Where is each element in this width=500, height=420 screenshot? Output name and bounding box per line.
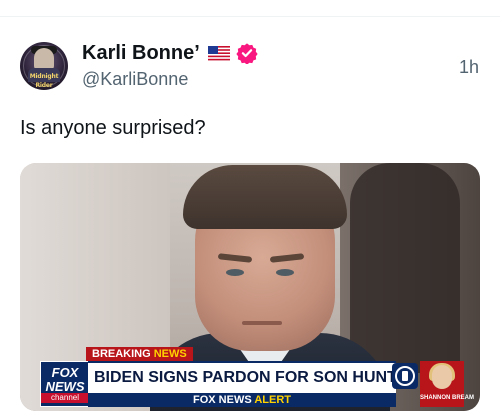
image-hair xyxy=(183,165,347,229)
image-eye-left xyxy=(226,269,244,276)
alert-prefix: FOX NEWS xyxy=(193,394,252,406)
live-icon xyxy=(392,363,418,389)
author-display-name[interactable]: Karli Bonne’ xyxy=(82,42,200,65)
live-icon-graphic xyxy=(395,366,415,386)
avatar[interactable]: Midnight Rider xyxy=(20,42,68,90)
verified-badge-icon xyxy=(236,43,258,64)
fox-news-logo: FOX NEWS channel xyxy=(40,361,90,407)
anchor-thumbnail: SHANNON BREAM xyxy=(420,361,474,407)
fox-news-alert-bar: FOX NEWS ALERT xyxy=(88,393,396,407)
author-name-row[interactable]: Karli Bonne’ xyxy=(82,40,258,66)
post-text: Is anyone surprised? xyxy=(20,117,206,139)
anchor-face xyxy=(432,365,452,389)
fox-logo-line3: channel xyxy=(41,393,89,403)
alert-suffix: ALERT xyxy=(254,394,291,406)
post-timestamp[interactable]: 1h xyxy=(459,57,479,78)
post-image[interactable]: BREAKING NEWS FOX NEWS channel BIDEN SIG… xyxy=(20,163,480,411)
image-eye-right xyxy=(276,269,294,276)
image-mouth xyxy=(242,321,282,325)
image-background-person xyxy=(350,163,460,373)
author-handle[interactable]: @KarliBonne xyxy=(82,69,188,90)
breaking-prefix: BREAKING xyxy=(92,348,151,360)
news-headline: BIDEN SIGNS PARDON FOR SON HUNTER xyxy=(88,361,396,393)
avatar-text: Midnight Rider xyxy=(29,73,59,89)
us-flag-icon xyxy=(207,45,230,61)
avatar-figure xyxy=(34,48,54,70)
fox-logo-line2: NEWS xyxy=(45,379,85,394)
anchor-name: SHANNON BREAM xyxy=(420,395,474,401)
fox-logo-line1: FOX xyxy=(51,365,79,380)
breaking-news-label: BREAKING NEWS xyxy=(86,347,193,361)
breaking-suffix: NEWS xyxy=(153,348,187,360)
top-divider xyxy=(0,16,500,17)
